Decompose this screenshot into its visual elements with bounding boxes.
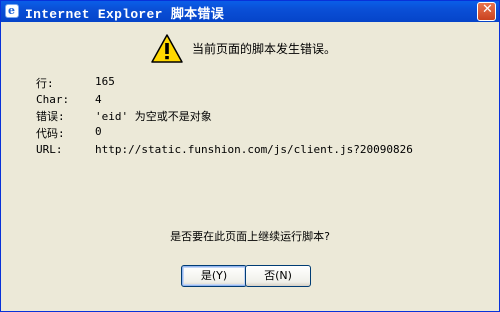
line-label: 行: bbox=[36, 77, 54, 90]
line-value: 165 bbox=[95, 75, 115, 88]
title-bar[interactable]: e Internet Explorer 脚本错误 ✕ bbox=[1, 1, 499, 22]
code-label: 代码: bbox=[36, 127, 65, 140]
url-value: http://static.funshion.com/js/client.js?… bbox=[95, 143, 413, 156]
code-value: 0 bbox=[95, 125, 102, 138]
continue-question: 是否要在此页面上继续运行脚本? bbox=[170, 230, 330, 243]
error-label: 错误: bbox=[36, 110, 65, 123]
internet-explorer-icon: e bbox=[5, 4, 19, 18]
error-value: 'eid' 为空或不是对象 bbox=[95, 110, 212, 123]
no-button[interactable]: 否(N) bbox=[245, 265, 311, 287]
yes-button[interactable]: 是(Y) bbox=[181, 265, 247, 287]
error-message: 当前页面的脚本发生错误。 bbox=[192, 42, 337, 56]
close-icon: ✕ bbox=[482, 2, 493, 17]
close-button[interactable]: ✕ bbox=[477, 2, 496, 21]
script-error-dialog: e Internet Explorer 脚本错误 ✕ 当前页面的脚本发生错误。 … bbox=[0, 0, 500, 312]
warning-icon bbox=[151, 34, 183, 63]
window-title: Internet Explorer 脚本错误 bbox=[25, 7, 225, 22]
char-value: 4 bbox=[95, 93, 102, 106]
char-label: Char: bbox=[36, 93, 70, 106]
url-label: URL: bbox=[36, 143, 63, 156]
